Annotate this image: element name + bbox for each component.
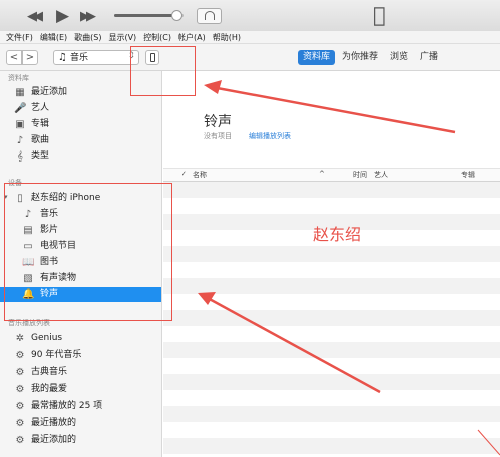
annotation-arrow-bottom [205,295,381,394]
annotation-stroke [477,429,500,456]
annotation-arrows [198,80,500,456]
annotation-arrowhead-bottom [198,292,216,305]
annotation-arrow-top [211,85,456,134]
annotation-arrowhead-top [204,80,222,94]
